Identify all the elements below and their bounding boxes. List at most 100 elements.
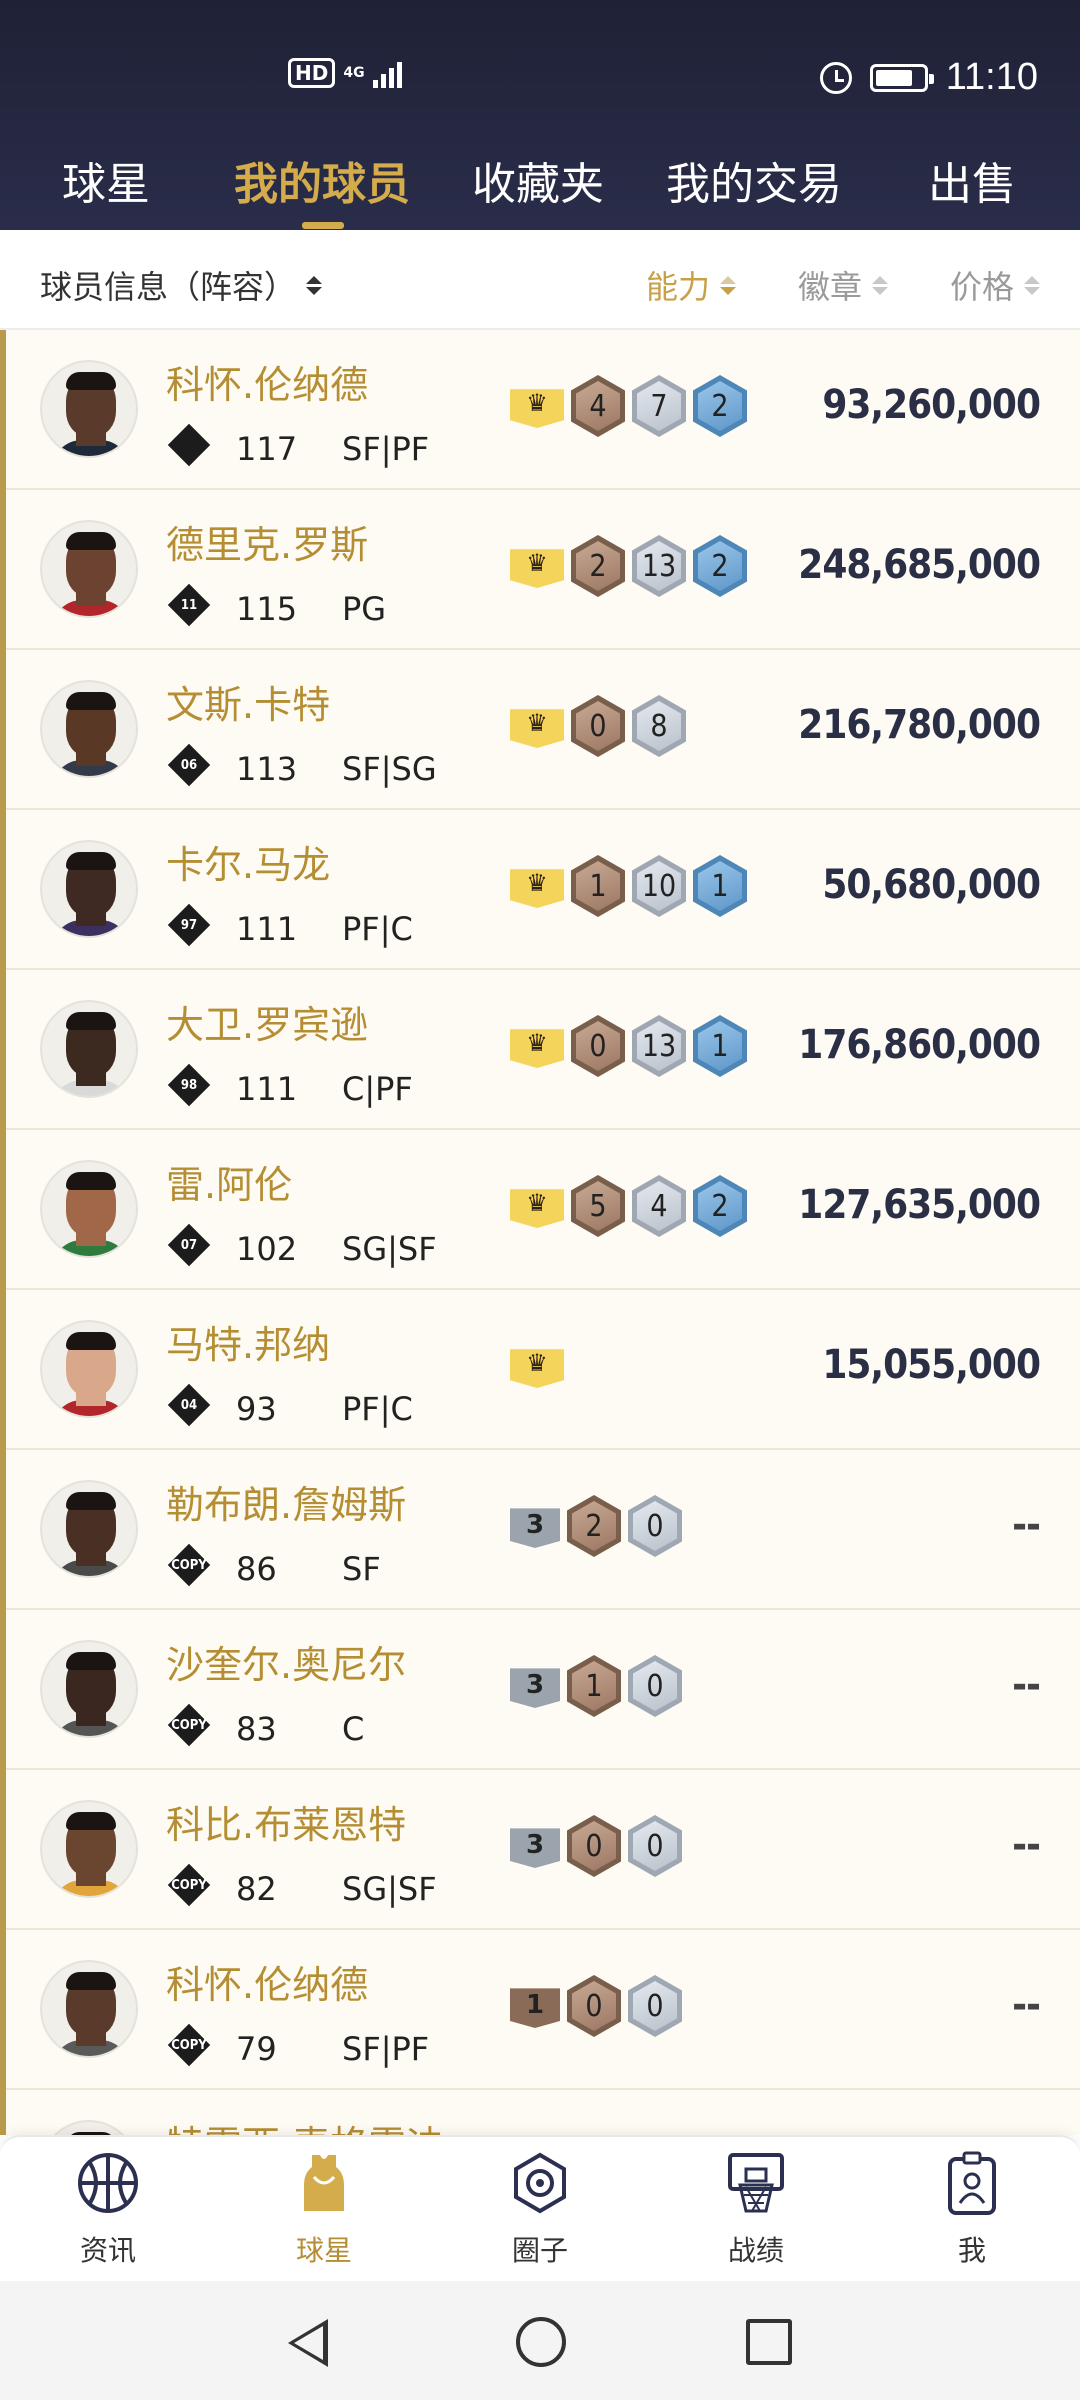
nav-stars-label: 球星 (295, 2234, 352, 2267)
badge-count: 10 (641, 868, 677, 904)
sort-arrows-icon (872, 275, 889, 295)
bottom-nav: 资讯 球星 圈子 战绩 我 (0, 2135, 1080, 2281)
player-avatar (40, 360, 138, 458)
nav-circle-label: 圈子 (511, 2234, 568, 2267)
jersey-number: 06 (180, 757, 198, 773)
sort-arrows-icon (720, 275, 737, 295)
badge-count-silver: 0 (628, 1815, 682, 1877)
tab-sell[interactable]: 出售 (928, 148, 1016, 230)
player-row[interactable]: 勒布朗.詹姆斯 COPY 86 SF 3 2 0 -- (6, 1450, 1080, 1610)
recent-apps-icon[interactable] (746, 2319, 792, 2365)
nav-me[interactable]: 我 (907, 2151, 1037, 2277)
badge-count: 2 (711, 388, 729, 424)
badge-count: 4 (650, 1188, 668, 1224)
player-row[interactable]: 文斯.卡特06113SF|SG08216,780,000 (6, 650, 1080, 810)
player-avatar (40, 680, 138, 778)
player-row[interactable]: 科怀.伦纳德 COPY 79 SF|PF 1 0 0 -- (6, 1930, 1080, 2090)
jersey-number (174, 430, 204, 460)
player-row[interactable]: 大卫.罗宾逊 98 111 C|PF 0 13 1 176,860,000 (6, 970, 1080, 1130)
player-row[interactable]: 卡尔.马龙 97 111 PF|C 1 10 1 50,680,000 (6, 810, 1080, 970)
badge-group (510, 1334, 564, 1398)
badge-count-blue: 2 (693, 535, 747, 597)
player-row[interactable]: 科怀.伦纳德 117 SF|PF 4 7 2 93,260,000 (6, 330, 1080, 490)
player-position: SG|SF (342, 1870, 437, 1908)
badge-count: 0 (646, 1828, 664, 1864)
player-rating: 111 (236, 910, 298, 948)
player-name: 文斯.卡特 (166, 683, 331, 727)
player-name: 大卫.罗宾逊 (166, 1003, 369, 1047)
player-row[interactable]: 特雷西.麦格雷迪 (6, 2090, 1080, 2135)
jersey-number: 04 (180, 1397, 198, 1413)
badge-count: 7 (650, 388, 668, 424)
player-rating: 83 (236, 1710, 277, 1748)
tier-badge: 3 (510, 1828, 560, 1868)
nav-records[interactable]: 战绩 (691, 2151, 821, 2277)
tab-my-players[interactable]: 我的球员 (234, 148, 410, 230)
sort-price-label: 价格 (950, 268, 1015, 306)
battery-icon (869, 63, 934, 92)
jersey-number-badge (167, 423, 211, 467)
circle-hexagon-icon (508, 2151, 572, 2215)
tab-favorites[interactable]: 收藏夹 (472, 148, 604, 230)
player-rating: 102 (236, 1230, 298, 1268)
badge-group: 5 4 2 (510, 1174, 747, 1238)
tab-my-trades[interactable]: 我的交易 (666, 148, 842, 230)
player-row[interactable]: 科比.布莱恩特 COPY 82 SG|SF 3 0 0 -- (6, 1770, 1080, 1930)
player-position: C|PF (342, 1070, 413, 1108)
sort-price[interactable]: 价格 (950, 262, 1041, 308)
player-row[interactable]: 雷.阿伦 07 102 SG|SF 5 4 2 127,635,000 (6, 1130, 1080, 1290)
home-icon[interactable] (516, 2317, 566, 2367)
badge-count-blue: 1 (693, 855, 747, 917)
player-avatar (40, 1000, 138, 1098)
nav-stars[interactable]: 球星 (259, 2151, 389, 2277)
sort-player-info[interactable]: 球员信息（阵容） (40, 262, 323, 308)
player-position: PF|C (342, 910, 413, 948)
player-price: 216,780,000 (798, 702, 1041, 748)
tier-value: 3 (525, 1510, 545, 1540)
sort-badge[interactable]: 徽章 (798, 262, 889, 308)
player-row[interactable]: 马特.邦纳 04 93 PF|C 15,055,000 (6, 1290, 1080, 1450)
player-avatar (40, 840, 138, 938)
badge-count-bronze: 0 (567, 1975, 621, 2037)
crown-icon (510, 1189, 564, 1228)
nav-circle[interactable]: 圈子 (475, 2151, 605, 2277)
badge-group: 3 0 0 (510, 1814, 682, 1878)
player-avatar (40, 1480, 138, 1578)
badge-group: 3 2 0 (510, 1494, 682, 1558)
badge-count-bronze: 4 (571, 375, 625, 437)
player-position: C (342, 1710, 365, 1748)
tab-stars[interactable]: 球星 (62, 148, 150, 230)
badge-group: 4 7 2 (510, 374, 747, 438)
jersey-number: 97 (180, 917, 198, 933)
player-position: SF (342, 1550, 381, 1588)
badge-count: 0 (585, 1988, 603, 2024)
back-icon[interactable] (288, 2319, 328, 2367)
jersey-number: COPY (171, 2037, 207, 2053)
badge-group: 1 10 1 (510, 854, 747, 918)
hd-indicator: HD (288, 58, 336, 88)
player-position: SF|PF (342, 430, 430, 468)
main-tabs: 球星 我的球员 收藏夹 我的交易 出售 (0, 140, 1080, 230)
badge-count-bronze: 0 (571, 1015, 625, 1077)
player-price: 248,685,000 (798, 542, 1041, 588)
player-position: SG|SF (342, 1230, 437, 1268)
tier-badge: 3 (510, 1668, 560, 1708)
player-list[interactable]: 科怀.伦纳德117SF|PF47293,260,000德里克.罗斯11115PG… (0, 330, 1080, 2135)
badge-count-silver: 10 (632, 855, 686, 917)
player-row[interactable]: 德里克.罗斯 11 115 PG 2 13 2 248,685,000 (6, 490, 1080, 650)
jersey-number-badge: 04 (167, 1383, 211, 1427)
badge-count-bronze: 2 (571, 535, 625, 597)
player-rating: 86 (236, 1550, 277, 1588)
sort-arrows-icon (1024, 275, 1041, 295)
player-position: PF|C (342, 1390, 413, 1428)
player-rating: 117 (236, 430, 298, 468)
badge-count-silver: 0 (628, 1495, 682, 1557)
badge-count: 0 (589, 1028, 607, 1064)
jersey-number-badge: 06 (167, 743, 211, 787)
player-avatar (40, 1160, 138, 1258)
player-row[interactable]: 沙奎尔.奥尼尔 COPY 83 C 3 1 0 -- (6, 1610, 1080, 1770)
badge-count: 4 (589, 388, 607, 424)
sort-ability[interactable]: 能力 (646, 262, 737, 308)
nav-news[interactable]: 资讯 (43, 2151, 173, 2277)
badge-count: 2 (585, 1508, 603, 1544)
